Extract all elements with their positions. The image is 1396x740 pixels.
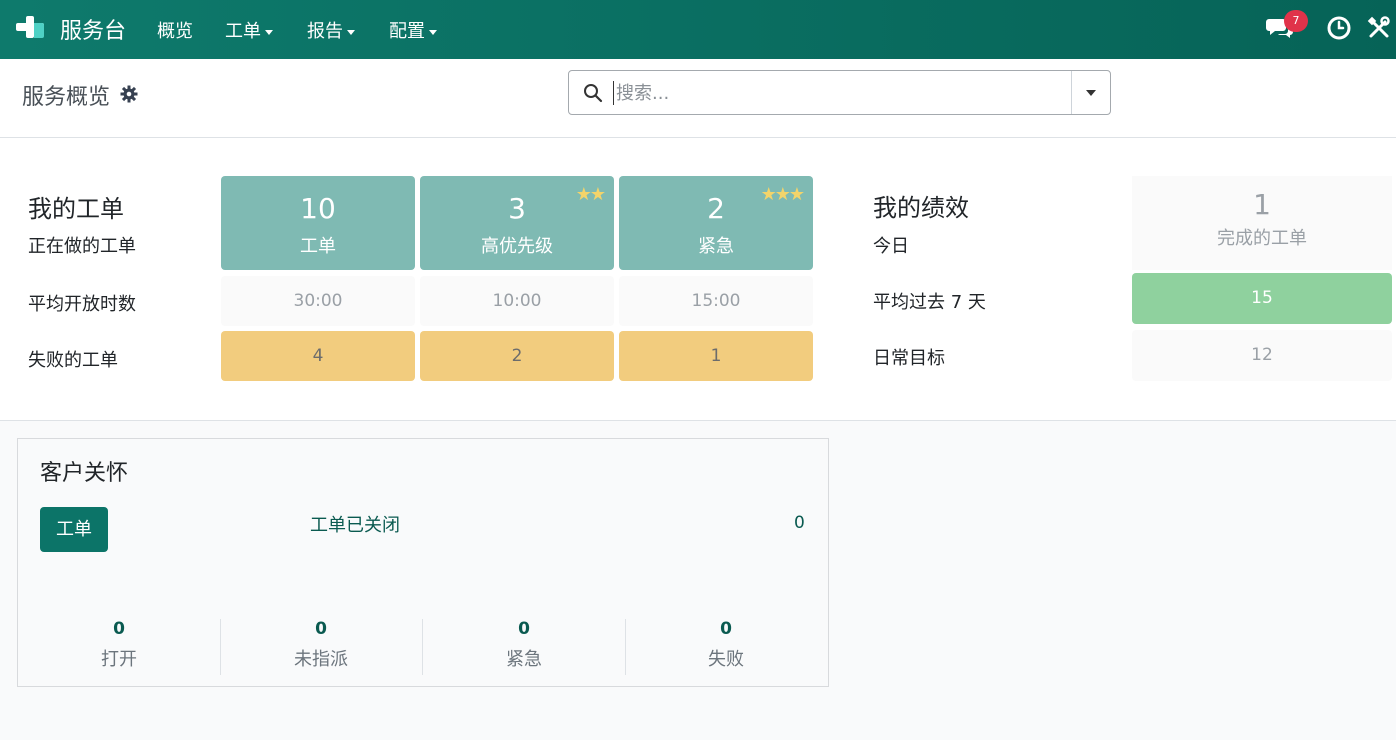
messages-badge: 7 — [1284, 10, 1308, 32]
menu-reporting[interactable]: 报告 — [307, 17, 355, 43]
failed-tickets-label: 失败的工单 — [28, 350, 118, 371]
menu-configuration[interactable]: 配置 — [389, 17, 437, 43]
menu-tickets-label: 工单 — [225, 21, 261, 42]
menu-tickets[interactable]: 工单 — [225, 17, 273, 43]
top-navbar: 服务台 概览 工单 报告 配置 7 — [0, 0, 1396, 59]
stat-value: 0 — [113, 619, 125, 639]
caret-down-icon — [1086, 90, 1096, 96]
tile-count: 3 — [508, 192, 526, 225]
failed-high[interactable]: 2 — [420, 331, 614, 381]
search-bar — [568, 70, 1111, 115]
menu-overview[interactable]: 概览 — [157, 17, 193, 43]
tile-label: 高优先级 — [481, 236, 553, 257]
page-title: 服务概览 — [22, 85, 111, 110]
stat-value: 0 — [720, 619, 732, 639]
avg-7-days-label: 平均过去 7 天 — [873, 292, 986, 313]
menu-reporting-label: 报告 — [307, 21, 343, 42]
tile-count: 2 — [707, 192, 725, 225]
avg-open-hours-label: 平均开放时数 — [28, 294, 136, 315]
avg-7-days-value: 15 — [1132, 273, 1392, 324]
stat-label: 紧急 — [506, 649, 542, 670]
tile-count: 10 — [300, 192, 336, 225]
menu-overview-label: 概览 — [157, 21, 193, 42]
daily-goal-label: 日常目标 — [873, 348, 945, 369]
stat-unassigned[interactable]: 0 未指派 — [220, 619, 422, 675]
app-title[interactable]: 服务台 — [60, 13, 126, 45]
stat-urgent[interactable]: 0 紧急 — [423, 619, 625, 675]
app-logo[interactable] — [16, 16, 46, 38]
failed-urgent[interactable]: 1 — [619, 331, 813, 381]
tickets-button[interactable]: 工单 — [40, 507, 108, 552]
today-label: 今日 — [873, 236, 909, 257]
team-card: 客户关怀 工单 工单已关闭 0 0 打开 0 未指派 0 紧急 0 失败 — [17, 438, 829, 687]
tools-icon[interactable] — [1366, 15, 1392, 41]
daily-goal-value: 12 — [1132, 330, 1392, 381]
gear-icon[interactable] — [120, 85, 138, 103]
my-performance-title: 我的绩效 — [873, 194, 969, 222]
stat-failed[interactable]: 0 失败 — [625, 619, 827, 675]
today-closed-caption: 完成的工单 — [1217, 228, 1307, 249]
tile-label: 紧急 — [698, 236, 734, 257]
team-card-title: 客户关怀 — [40, 461, 129, 486]
my-tickets-title: 我的工单 — [28, 195, 124, 223]
today-closed-count: 1 — [1253, 188, 1271, 221]
tile-high-priority[interactable]: ★★ 3 高优先级 — [420, 176, 614, 270]
control-panel: 服务概览 — [0, 59, 1396, 138]
stat-open[interactable]: 0 打开 — [18, 619, 220, 675]
clock-icon[interactable] — [1326, 15, 1352, 41]
search-icon — [583, 83, 603, 103]
menu-configuration-label: 配置 — [389, 21, 425, 42]
failed-all[interactable]: 4 — [221, 331, 415, 381]
helpdesk-logo-icon — [16, 16, 46, 38]
tile-urgent[interactable]: ★★★ 2 紧急 — [619, 176, 813, 270]
chevron-down-icon — [429, 29, 437, 35]
avg-open-high: 10:00 — [420, 276, 614, 326]
avg-open-all: 30:00 — [221, 276, 415, 326]
tile-label: 工单 — [300, 236, 336, 257]
stat-value: 0 — [518, 619, 530, 639]
dashboard-panel: 我的工单 正在做的工单 平均开放时数 失败的工单 10 工单 ★★ 3 高优先级… — [0, 138, 1396, 421]
stat-value: 0 — [315, 619, 327, 639]
tickets-closed-link[interactable]: 工单已关闭 — [310, 511, 400, 537]
chevron-down-icon — [347, 29, 355, 35]
avg-open-urgent: 15:00 — [619, 276, 813, 326]
stat-label: 打开 — [101, 649, 137, 670]
search-input[interactable] — [613, 81, 1063, 105]
tile-all-tickets[interactable]: 10 工单 — [221, 176, 415, 270]
search-options-toggle[interactable] — [1071, 71, 1111, 114]
chevron-down-icon — [265, 29, 273, 35]
today-closed-tile: 1 完成的工单 — [1132, 176, 1392, 270]
stat-label: 失败 — [708, 649, 744, 670]
stat-label: 未指派 — [294, 649, 348, 670]
in-progress-label: 正在做的工单 — [28, 236, 136, 257]
tickets-closed-count: 0 — [794, 513, 805, 533]
